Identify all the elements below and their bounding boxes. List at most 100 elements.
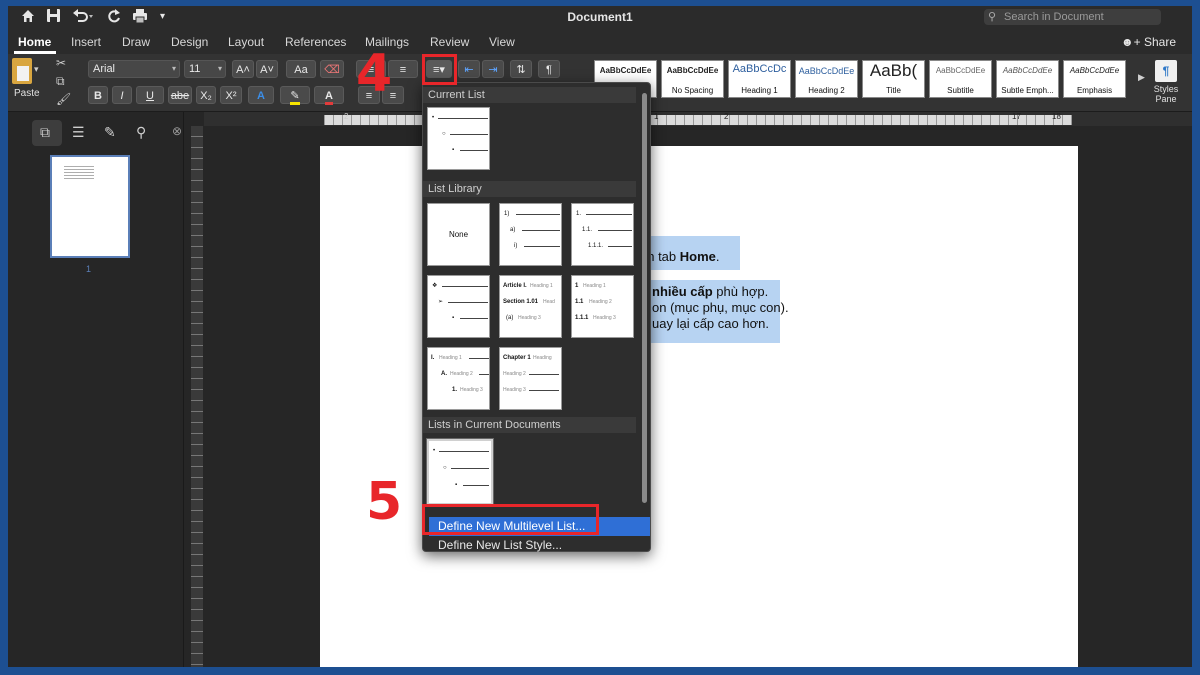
underline-button[interactable]: U <box>136 86 164 104</box>
thumbnails-icon[interactable]: ⧉ <box>40 124 50 141</box>
style-heading-2[interactable]: AaBbCcDdEe Heading 2 <box>795 60 858 98</box>
library-chapter-headings[interactable]: Chapter 1 Heading Heading 2 Heading 3 <box>499 347 562 410</box>
style-emphasis[interactable]: AaBbCcDdEe Emphasis <box>1063 60 1126 98</box>
list-level-3: (a) Heading 3 <box>506 314 561 322</box>
font-color-button[interactable]: A <box>314 86 344 105</box>
tab-design[interactable]: Design <box>171 35 208 49</box>
sort-button[interactable]: ⇅ <box>510 60 532 78</box>
section-list-library: List Library <box>423 181 636 197</box>
list-mark: Section 1.01 <box>503 299 539 305</box>
show-formatting-button[interactable]: ¶ <box>538 60 560 78</box>
decrease-indent-button[interactable]: ⇤ <box>458 60 480 78</box>
navigation-pane: ⧉ ☰ ✎ ⚲ ⊗ 1 <box>8 112 184 667</box>
tab-insert[interactable]: Insert <box>71 35 101 49</box>
list-mark: 1. <box>452 387 458 393</box>
list-level-3: ▪ <box>455 481 489 489</box>
list-heading-text: Heading 3 <box>460 387 483 393</box>
shrink-font-button[interactable]: A˅ <box>256 60 278 78</box>
cut-icon[interactable]: ✂ <box>56 56 66 70</box>
list-mark: 1.1. <box>582 227 593 233</box>
library-none[interactable]: None <box>427 203 490 266</box>
sort-icon: ⇅ <box>516 64 526 76</box>
font-color-icon: A <box>325 90 333 105</box>
font-size-select[interactable]: 11 ▾ <box>184 60 226 78</box>
style-heading-1[interactable]: AaBbCcDc Heading 1 <box>728 60 791 98</box>
style-sample: AaBb( <box>869 61 918 80</box>
selected-block: nhiều cấp phù hợp. on (mục phụ, mục con)… <box>634 280 789 343</box>
menu-scrollbar[interactable] <box>642 93 647 503</box>
copy-icon[interactable]: ⧉ <box>56 74 65 89</box>
list-line <box>608 246 632 247</box>
font-name-select[interactable]: Arial ▾ <box>88 60 180 78</box>
find-icon[interactable]: ⚲ <box>136 124 146 141</box>
list-heading-text: Heading 2 <box>503 371 526 377</box>
list-line <box>522 230 560 231</box>
document-list-bullet[interactable]: • ○ ▪ <box>427 439 493 505</box>
paste-options-icon[interactable]: ▾ <box>34 64 39 75</box>
library-symbols[interactable]: ❖ ➢ ▪ <box>427 275 490 338</box>
doc-text: . <box>715 249 720 264</box>
clear-formatting-button[interactable]: ⌫ <box>320 60 344 78</box>
style-title[interactable]: AaBb(Title <box>862 60 925 98</box>
subscript-button[interactable]: X₂ <box>196 86 216 104</box>
list-mark: i) <box>514 243 518 249</box>
doc-line: on (mục phụ, mục con). <box>634 300 789 316</box>
style-no-spacing[interactable]: AaBbCcDdEe No Spacing <box>661 60 724 98</box>
horizontal-ruler[interactable]: 2 1 1 2 17 18 <box>204 112 1192 126</box>
paste-icon[interactable] <box>12 58 32 84</box>
search-input[interactable]: ⚲ Search in Document <box>984 9 1161 25</box>
library-article-section[interactable]: Article I. Heading 1 Section 1.01 Head (a)… <box>499 275 562 338</box>
style-subtle-emphasis[interactable]: AaBbCcDdEe Subtle Emph... <box>996 60 1059 98</box>
vertical-ruler[interactable] <box>191 126 203 667</box>
doc-text: on (mục phụ, mục con). <box>652 300 789 315</box>
bold-button[interactable]: B <box>88 86 108 104</box>
tab-references[interactable]: References <box>285 35 346 49</box>
style-sample: AaBbCcDdEe <box>935 66 986 75</box>
tab-review[interactable]: Review <box>430 35 469 49</box>
list-level-1: 1 Heading 1 <box>575 282 633 290</box>
library-decimal-headings[interactable]: 1 Heading 1 1.1 Heading 2 1.1.1 Heading 3 <box>571 275 634 338</box>
tab-layout[interactable]: Layout <box>228 35 264 49</box>
text-effects-button[interactable]: A <box>248 86 274 104</box>
tab-view[interactable]: View <box>489 35 515 49</box>
diamond-mark-icon: ❖ <box>432 283 438 289</box>
tab-draw[interactable]: Draw <box>122 35 150 49</box>
styles-more-icon[interactable]: ▶ <box>1138 72 1145 83</box>
strikethrough-button[interactable]: abe <box>168 86 192 104</box>
list-level-2: A. Heading 2 <box>441 370 489 378</box>
list-mark: A. <box>441 371 447 377</box>
change-case-button[interactable]: Aa <box>286 60 316 78</box>
define-new-list-style-item[interactable]: Define New List Style... <box>429 536 650 555</box>
arrow-mark-icon: ➢ <box>438 299 444 305</box>
increase-indent-button[interactable]: ⇥ <box>482 60 504 78</box>
list-mark: 1.1.1 <box>575 315 589 321</box>
share-button[interactable]: ☻+ Share <box>1121 35 1176 49</box>
grow-font-button[interactable]: A˄ <box>232 60 254 78</box>
italic-button[interactable]: I <box>112 86 132 104</box>
superscript-button[interactable]: X² <box>220 86 242 104</box>
library-roman-headings[interactable]: I. Heading 1 A. Heading 2 1. Heading 3 <box>427 347 490 410</box>
list-heading-text: Heading 1 <box>439 355 462 361</box>
numbering-icon: ≡ <box>399 64 407 76</box>
library-decimal[interactable]: 1. 1.1. 1.1.1. <box>571 203 634 266</box>
styles-pane-button[interactable]: ¶ Styles Pane <box>1148 60 1184 104</box>
numbering-button[interactable]: ≡ <box>388 60 418 78</box>
style-subtitle[interactable]: AaBbCcDdEe Subtitle <box>929 60 992 98</box>
page-thumbnail[interactable] <box>50 155 130 258</box>
title-bar: ▾ Document1 ⚲ Search in Document <box>8 6 1192 30</box>
format-painter-icon[interactable]: 🖌 <box>56 92 71 106</box>
list-line <box>479 374 489 375</box>
tab-home[interactable]: Home <box>18 35 51 49</box>
circle-mark: ○ <box>442 131 446 137</box>
ruler-number: 2 <box>344 112 349 121</box>
edit-pages-icon[interactable]: ✎ <box>104 124 116 141</box>
close-pane-icon[interactable]: ⊗ <box>172 124 182 138</box>
list-level-3: i) <box>514 242 560 250</box>
outline-icon[interactable]: ☰ <box>72 124 85 141</box>
list-line <box>529 390 559 391</box>
highlight-button[interactable]: ✎ <box>280 86 310 105</box>
list-mark: (a) <box>506 315 514 321</box>
add-person-icon: ☻+ <box>1121 35 1144 49</box>
library-numbered-parenthesis[interactable]: 1) a) i) <box>499 203 562 266</box>
current-list-bullet[interactable]: • ○ ▪ <box>427 107 490 170</box>
